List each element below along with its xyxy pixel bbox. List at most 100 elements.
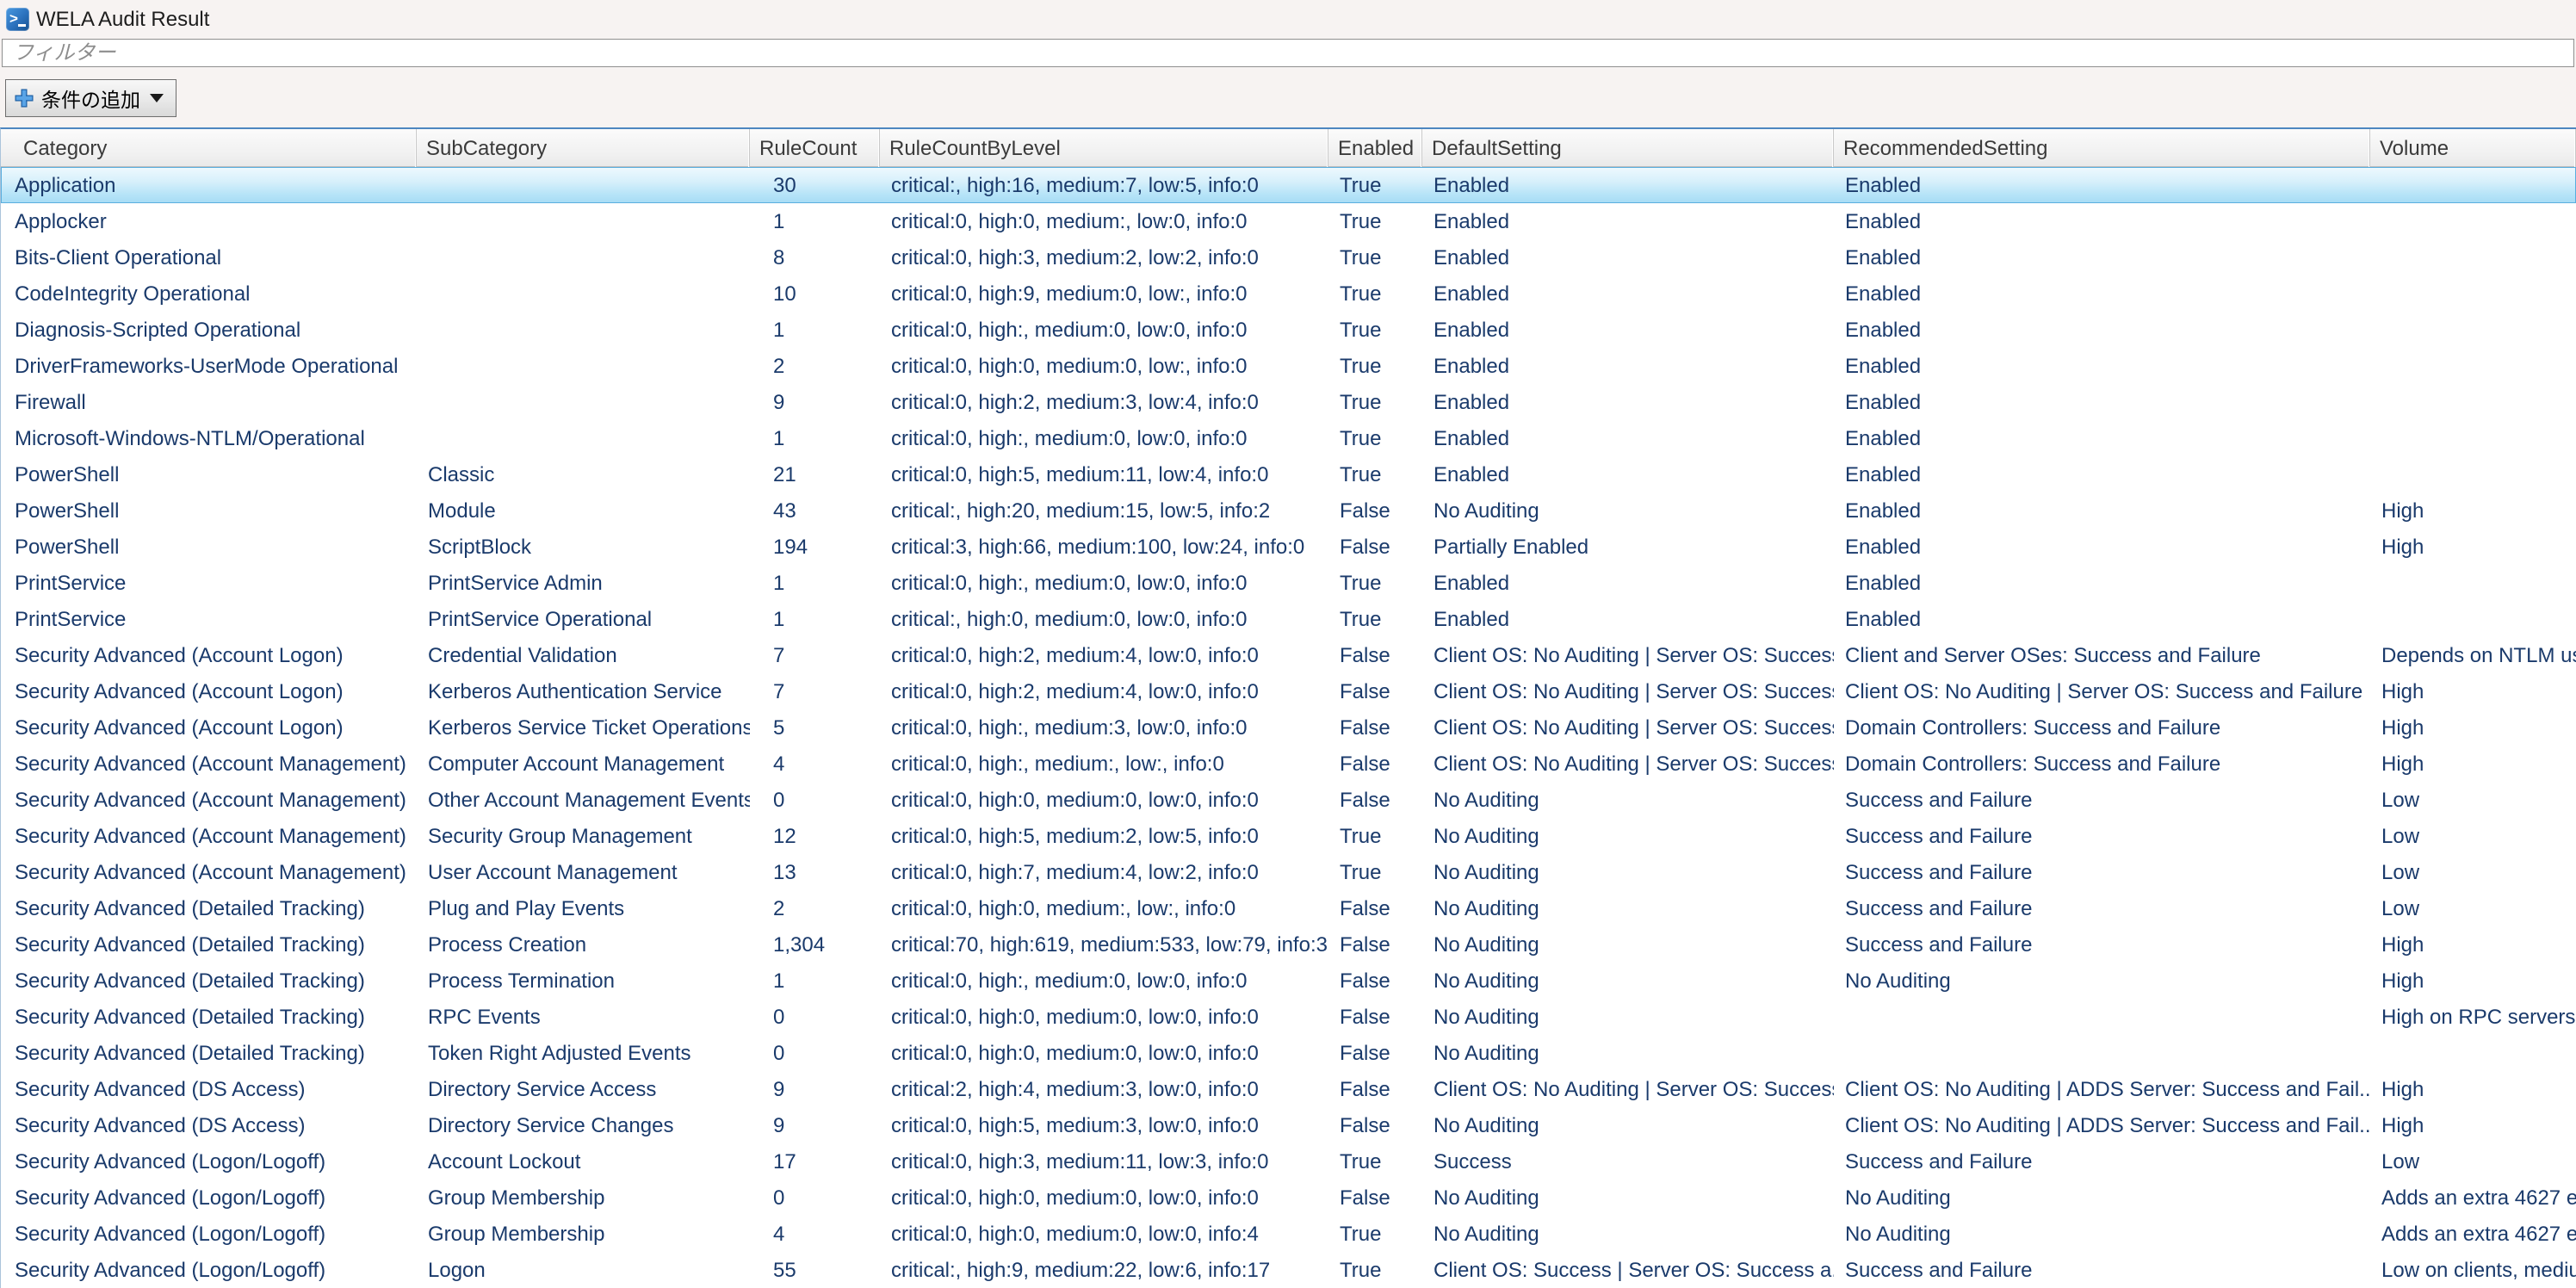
column-header-subcategory[interactable]: SubCategory — [417, 129, 750, 167]
cell-subcategory — [417, 203, 750, 239]
filter-input[interactable] — [2, 39, 2574, 67]
cell-enabled: True — [1328, 601, 1422, 637]
table-row[interactable]: Security Advanced (Account Management)Us… — [1, 854, 2576, 890]
table-row[interactable]: Security Advanced (Account Logon)Kerbero… — [1, 709, 2576, 746]
table-row[interactable]: Application30critical:, high:16, medium:… — [1, 167, 2576, 203]
table-row[interactable]: Applocker1critical:0, high:0, medium:, l… — [1, 203, 2576, 239]
cell-enabled: True — [1328, 239, 1422, 276]
table-row[interactable]: Security Advanced (Logon/Logoff)Group Me… — [1, 1180, 2576, 1216]
cell-subcategory — [417, 276, 750, 312]
table-row[interactable]: Security Advanced (Logon/Logoff)Account … — [1, 1143, 2576, 1180]
table-row[interactable]: Security Advanced (Detailed Tracking)Pro… — [1, 926, 2576, 963]
cell-enabled: False — [1328, 926, 1422, 963]
cell-rulecountbylevel: critical:0, high:0, medium:0, low:0, inf… — [880, 1180, 1328, 1216]
cell-rulecount: 1 — [750, 420, 880, 456]
cell-enabled: True — [1328, 276, 1422, 312]
cell-recommendedsetting: Enabled — [1834, 492, 2370, 529]
column-header-category[interactable]: Category — [1, 129, 417, 167]
cell-category: Security Advanced (Account Logon) — [1, 637, 417, 673]
column-header-volume[interactable]: Volume — [2370, 129, 2576, 167]
column-header-recommendedsetting[interactable]: RecommendedSetting — [1834, 129, 2370, 167]
cell-rulecountbylevel: critical:0, high:5, medium:11, low:4, in… — [880, 456, 1328, 492]
table-row[interactable]: Security Advanced (Account Logon)Kerbero… — [1, 673, 2576, 709]
cell-rulecountbylevel: critical:0, high:5, medium:3, low:0, inf… — [880, 1107, 1328, 1143]
cell-enabled: False — [1328, 782, 1422, 818]
add-plus-icon — [15, 89, 34, 108]
table-row[interactable]: Security Advanced (Account Management)Ot… — [1, 782, 2576, 818]
cell-volume — [2370, 312, 2576, 348]
cell-volume: Adds an extra 4627 ev — [2370, 1180, 2576, 1216]
cell-recommendedsetting: No Auditing — [1834, 963, 2370, 999]
table-row[interactable]: Security Advanced (Logon/Logoff)Group Me… — [1, 1216, 2576, 1252]
cell-enabled: True — [1328, 565, 1422, 601]
table-row[interactable]: PowerShellScriptBlock194critical:3, high… — [1, 529, 2576, 565]
add-criteria-button[interactable]: 条件の追加 — [5, 79, 176, 117]
cell-volume: High — [2370, 1107, 2576, 1143]
table-row[interactable]: Security Advanced (Detailed Tracking)Tok… — [1, 1035, 2576, 1071]
cell-defaultsetting: Partially Enabled — [1422, 529, 1834, 565]
table-row[interactable]: PrintServicePrintService Operational1cri… — [1, 601, 2576, 637]
table-row[interactable]: DriverFrameworks-UserMode Operational2cr… — [1, 348, 2576, 384]
cell-recommendedsetting: Success and Failure — [1834, 926, 2370, 963]
cell-volume: Low — [2370, 782, 2576, 818]
cell-volume: High on RPC servers ( — [2370, 999, 2576, 1035]
cell-volume — [2370, 203, 2576, 239]
cell-rulecount: 5 — [750, 709, 880, 746]
column-header-defaultsetting[interactable]: DefaultSetting — [1422, 129, 1834, 167]
table-row[interactable]: Security Advanced (Detailed Tracking)RPC… — [1, 999, 2576, 1035]
table-row[interactable]: Security Advanced (DS Access)Directory S… — [1, 1107, 2576, 1143]
cell-enabled: True — [1328, 818, 1422, 854]
table-row[interactable]: Microsoft-Windows-NTLM/Operational1criti… — [1, 420, 2576, 456]
cell-category: Diagnosis-Scripted Operational — [1, 312, 417, 348]
cell-volume — [2370, 276, 2576, 312]
table-row[interactable]: CodeIntegrity Operational10critical:0, h… — [1, 276, 2576, 312]
cell-category: Security Advanced (DS Access) — [1, 1107, 417, 1143]
window-title: WELA Audit Result — [36, 0, 209, 38]
cell-rulecountbylevel: critical:, high:0, medium:0, low:0, info… — [880, 601, 1328, 637]
cell-enabled: True — [1328, 167, 1422, 203]
table-row[interactable]: Security Advanced (Account Logon)Credent… — [1, 637, 2576, 673]
cell-rulecount: 0 — [750, 1180, 880, 1216]
cell-category: Security Advanced (Account Logon) — [1, 709, 417, 746]
table-row[interactable]: Firewall9critical:0, high:2, medium:3, l… — [1, 384, 2576, 420]
table-row[interactable]: Security Advanced (Account Management)Se… — [1, 818, 2576, 854]
cell-defaultsetting: Enabled — [1422, 167, 1834, 203]
cell-rulecountbylevel: critical:0, high:0, medium:0, low:0, inf… — [880, 1035, 1328, 1071]
table-row[interactable]: PowerShellModule43critical:, high:20, me… — [1, 492, 2576, 529]
cell-volume: High — [2370, 1071, 2576, 1107]
cell-defaultsetting: No Auditing — [1422, 1180, 1834, 1216]
cell-rulecount: 0 — [750, 1035, 880, 1071]
cell-category: Security Advanced (Logon/Logoff) — [1, 1216, 417, 1252]
table-row[interactable]: Security Advanced (DS Access)Directory S… — [1, 1071, 2576, 1107]
cell-rulecount: 17 — [750, 1143, 880, 1180]
table-row[interactable]: PowerShellClassic21critical:0, high:5, m… — [1, 456, 2576, 492]
cell-subcategory: Classic — [417, 456, 750, 492]
table-row[interactable]: Security Advanced (Detailed Tracking)Plu… — [1, 890, 2576, 926]
cell-recommendedsetting: Enabled — [1834, 239, 2370, 276]
cell-rulecount: 2 — [750, 890, 880, 926]
cell-rulecountbylevel: critical:0, high:0, medium:0, low:0, inf… — [880, 782, 1328, 818]
cell-recommendedsetting: Client OS: No Auditing | Server OS: Succ… — [1834, 673, 2370, 709]
cell-rulecountbylevel: critical:3, high:66, medium:100, low:24,… — [880, 529, 1328, 565]
column-header-rulecount[interactable]: RuleCount — [750, 129, 880, 167]
cell-defaultsetting: Enabled — [1422, 239, 1834, 276]
cell-category: PowerShell — [1, 492, 417, 529]
cell-rulecount: 1 — [750, 203, 880, 239]
table-row[interactable]: PrintServicePrintService Admin1critical:… — [1, 565, 2576, 601]
cell-category: Bits-Client Operational — [1, 239, 417, 276]
cell-subcategory — [417, 384, 750, 420]
cell-category: PowerShell — [1, 529, 417, 565]
table-row[interactable]: Diagnosis-Scripted Operational1critical:… — [1, 312, 2576, 348]
cell-volume: High — [2370, 492, 2576, 529]
table-row[interactable]: Bits-Client Operational8critical:0, high… — [1, 239, 2576, 276]
table-row[interactable]: Security Advanced (Logon/Logoff)Logon55c… — [1, 1252, 2576, 1288]
table-row[interactable]: Security Advanced (Detailed Tracking)Pro… — [1, 963, 2576, 999]
table-row[interactable]: Security Advanced (Account Management)Co… — [1, 746, 2576, 782]
column-header-rulecountbylevel[interactable]: RuleCountByLevel — [880, 129, 1328, 167]
cell-enabled: True — [1328, 854, 1422, 890]
cell-recommendedsetting: Enabled — [1834, 456, 2370, 492]
column-header-enabled[interactable]: Enabled — [1328, 129, 1422, 167]
cell-subcategory — [417, 348, 750, 384]
cell-category: PowerShell — [1, 456, 417, 492]
title-bar: > WELA Audit Result — [0, 0, 2576, 38]
